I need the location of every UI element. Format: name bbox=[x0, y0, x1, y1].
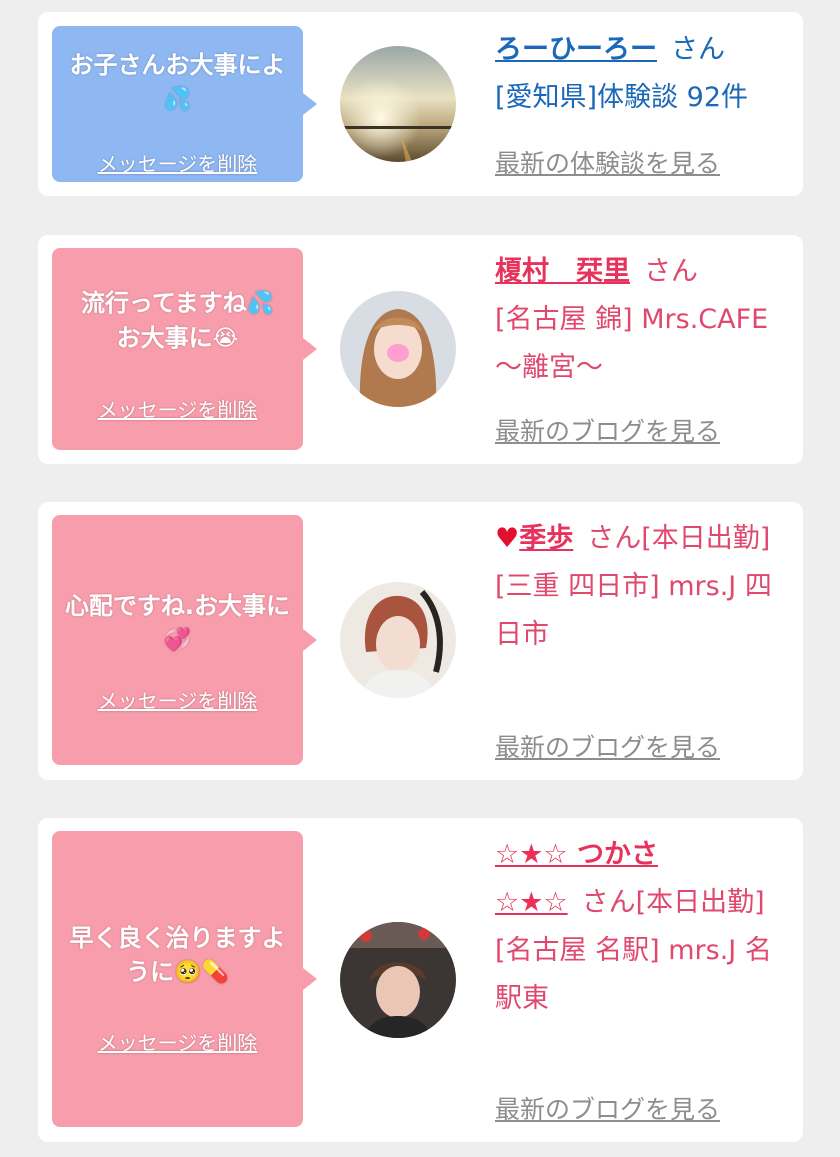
delete-message-link[interactable]: メッセージを削除 bbox=[52, 148, 303, 177]
message-bubble: 心配ですね.お大事に💞 メッセージを削除 bbox=[52, 515, 317, 765]
avatar[interactable] bbox=[340, 922, 456, 1038]
shop-info: [名古屋 錦] Mrs.CAFE ～離宮～ bbox=[495, 304, 769, 383]
message-bubble: お子さんお大事によ💦 メッセージを削除 bbox=[52, 26, 317, 182]
crying-emoji-icon: 😭 bbox=[212, 326, 239, 351]
message-text: 早く良く治りますように🥺💊 bbox=[62, 921, 293, 990]
avatar-sunset-photo bbox=[340, 46, 456, 162]
user-name-link[interactable]: 榎村 栞里 bbox=[495, 256, 630, 287]
message-bubble: 早く良く治りますように🥺💊 メッセージを削除 bbox=[52, 831, 317, 1127]
sparkle-emoji-icon: 💞 bbox=[163, 628, 192, 653]
avatar[interactable] bbox=[340, 582, 456, 698]
card-info: 榎村 栞里 さん [名古屋 錦] Mrs.CAFE ～離宮～ bbox=[495, 248, 795, 392]
message-text: お子さんお大事によ💦 bbox=[62, 48, 293, 117]
avatar-woman-photo bbox=[340, 582, 456, 698]
message-card-2: 流行ってますね💦 お大事に😭 メッセージを削除 榎村 栞里 さん [名古屋 錦] … bbox=[38, 235, 803, 464]
honorific: さん[本日出勤] bbox=[587, 523, 771, 554]
message-text: 流行ってますね💦 お大事に😭 bbox=[62, 286, 293, 356]
avatar[interactable] bbox=[340, 291, 456, 407]
avatar[interactable] bbox=[340, 46, 456, 162]
honorific: さん[本日出勤] bbox=[581, 887, 765, 918]
card-info: ☆★☆ つかさ ☆★☆ さん[本日出勤] [名古屋 名駅] mrs.J 名駅東 bbox=[495, 831, 795, 1023]
sweat-emoji-icon: 💦 bbox=[246, 291, 274, 316]
honorific: さん bbox=[671, 34, 725, 65]
message-card-4: 早く良く治りますように🥺💊 メッセージを削除 ☆★☆ つかさ ☆★☆ さん[本日出… bbox=[38, 818, 803, 1142]
view-latest-link[interactable]: 最新のブログを見る bbox=[495, 412, 720, 448]
view-latest-link[interactable]: 最新のブログを見る bbox=[495, 1090, 720, 1126]
delete-message-link[interactable]: メッセージを削除 bbox=[52, 1027, 303, 1056]
heart-icon: ♥ bbox=[495, 523, 520, 554]
card-info: ろーひーろー さん [愛知県]体験談 92件 bbox=[495, 26, 795, 122]
message-bubble: 流行ってますね💦 お大事に😭 メッセージを削除 bbox=[52, 248, 317, 450]
message-card-3: 心配ですね.お大事に💞 メッセージを削除 ♥季歩 さん[本日出勤] [三重 四日市… bbox=[38, 502, 803, 780]
pleading-face-emoji-icon: 🥺 bbox=[174, 960, 202, 985]
user-name-link[interactable]: ♥季歩 bbox=[495, 523, 573, 554]
shop-info: [愛知県]体験談 92件 bbox=[495, 82, 749, 113]
sweat-emoji-icon: 💦 bbox=[163, 87, 192, 112]
avatar-woman-photo bbox=[340, 922, 456, 1038]
message-card-1: お子さんお大事によ💦 メッセージを削除 ろーひーろー さん [愛知県]体験談 9… bbox=[38, 12, 803, 196]
view-latest-link[interactable]: 最新のブログを見る bbox=[495, 728, 720, 764]
card-info: ♥季歩 さん[本日出勤] [三重 四日市] mrs.J 四日市 bbox=[495, 515, 795, 659]
delete-message-link[interactable]: メッセージを削除 bbox=[52, 394, 303, 423]
shop-info: [名古屋 名駅] mrs.J 名駅東 bbox=[495, 935, 772, 1014]
user-name-link[interactable]: ☆★☆ つかさ bbox=[495, 839, 658, 870]
view-latest-link[interactable]: 最新の体験談を見る bbox=[495, 144, 720, 180]
shop-info: [三重 四日市] mrs.J 四日市 bbox=[495, 571, 772, 650]
user-name-link[interactable]: ろーひーろー bbox=[495, 34, 657, 65]
delete-message-link[interactable]: メッセージを削除 bbox=[52, 685, 303, 714]
avatar-woman-photo bbox=[340, 291, 456, 407]
user-name-link-continued[interactable]: ☆★☆ bbox=[495, 887, 568, 918]
honorific: さん bbox=[644, 256, 698, 287]
pill-emoji-icon: 💊 bbox=[201, 960, 229, 985]
message-text: 心配ですね.お大事に💞 bbox=[62, 589, 293, 658]
